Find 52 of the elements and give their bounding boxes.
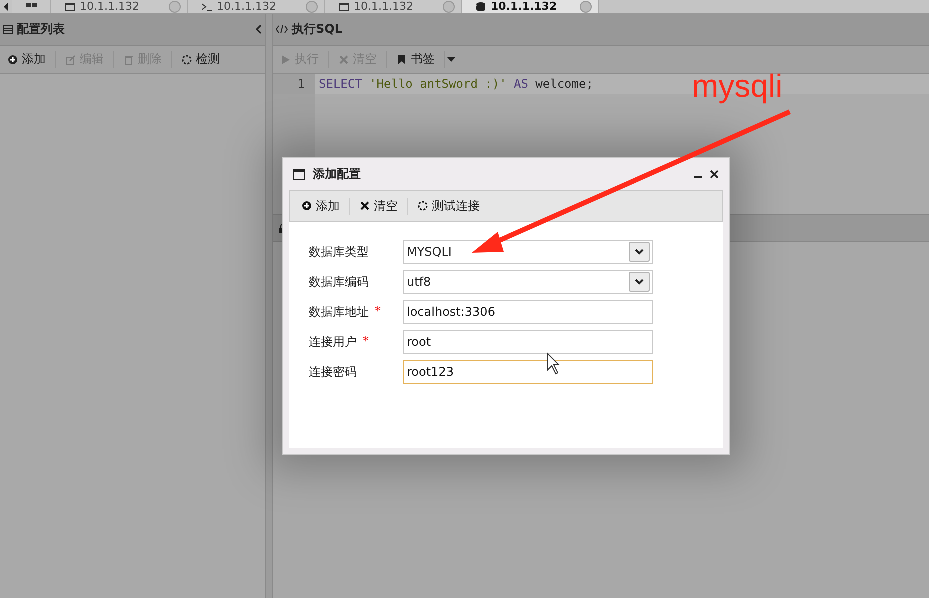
collapse-icon[interactable]: [256, 25, 262, 34]
field-label: 数据库类型: [309, 244, 369, 260]
trash-icon: [124, 54, 134, 64]
window-icon: [293, 168, 305, 180]
panel-title: 执行SQL: [292, 21, 344, 38]
required-mark: *: [363, 334, 369, 350]
window-icon: [339, 2, 349, 12]
tab[interactable]: 10.1.1.132: [51, 0, 188, 13]
terminal-icon: [202, 2, 212, 12]
window-icon: [65, 2, 75, 12]
toolbar-button[interactable]: 添加: [298, 198, 350, 214]
input-field[interactable]: root: [403, 330, 653, 354]
sql-code: SELECT 'Hello antSword :)' AS welcome;: [318, 77, 594, 91]
scroll-left-icon[interactable]: [4, 2, 8, 10]
input-field[interactable]: localhost:3306: [403, 300, 653, 324]
panel-title: 配置列表: [17, 21, 66, 38]
toolbar-button[interactable]: 检测: [178, 51, 229, 68]
line-number: 1: [273, 74, 315, 94]
tab[interactable]: 10.1.1.132: [325, 0, 462, 13]
play-icon: [281, 54, 291, 64]
field-label: 数据库地址: [309, 304, 369, 320]
dropdown-icon[interactable]: [629, 242, 650, 262]
dialog-title: 添加配置: [313, 166, 362, 182]
code-icon: [276, 25, 288, 34]
spinner-icon: [182, 54, 192, 64]
mouse-cursor-icon: [548, 352, 560, 375]
cross-icon: [360, 201, 370, 211]
required-mark: *: [375, 304, 381, 320]
spinner-icon: [418, 201, 428, 211]
toolbar-button[interactable]: 书签: [393, 51, 445, 68]
dropdown-icon[interactable]: [629, 272, 650, 292]
field-label: 数据库编码: [309, 274, 369, 290]
grid-tab[interactable]: [12, 0, 51, 13]
toolbar-button[interactable]: 测试连接: [414, 198, 489, 214]
select-field[interactable]: utf8: [403, 270, 653, 294]
tab[interactable]: 10.1.1.132: [462, 0, 599, 13]
toolbar-button[interactable]: 清空: [356, 198, 408, 214]
tab[interactable]: 10.1.1.132: [188, 0, 325, 13]
annotation-text: mysqli: [692, 68, 783, 104]
select-field[interactable]: MYSQLI: [403, 240, 653, 264]
cross-icon: [339, 54, 349, 64]
plus-icon: [302, 201, 312, 211]
input-field[interactable]: root123: [403, 360, 653, 384]
bookmark-icon: [397, 54, 407, 64]
list-icon: [3, 25, 13, 34]
field-label: 连接用户: [309, 334, 357, 350]
edit-icon: [66, 54, 76, 64]
plus-icon: [8, 54, 18, 64]
database-icon: [476, 2, 486, 12]
caret-icon[interactable]: [447, 57, 456, 62]
toolbar-button[interactable]: 添加: [4, 51, 56, 68]
field-label: 连接密码: [309, 364, 357, 380]
